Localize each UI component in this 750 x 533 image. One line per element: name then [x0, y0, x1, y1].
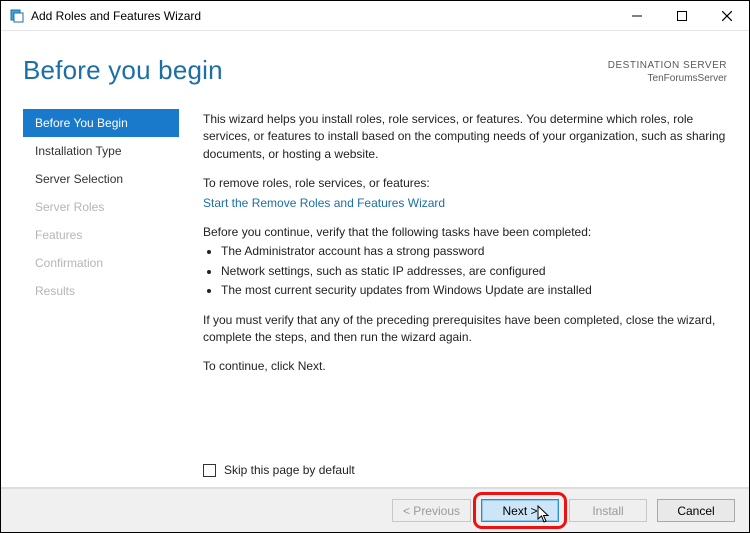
- skip-page-checkbox[interactable]: [203, 464, 216, 477]
- page-header: Before you begin DESTINATION SERVER TenF…: [1, 31, 749, 96]
- wizard-footer: < Previous Next > Install Cancel: [1, 488, 749, 532]
- destination-server-block: DESTINATION SERVER TenForumsServer: [608, 55, 727, 85]
- sidebar-item-results: Results: [23, 277, 179, 305]
- previous-button: < Previous: [392, 499, 471, 522]
- next-button[interactable]: Next >: [481, 499, 559, 522]
- continue-text: To continue, click Next.: [203, 358, 729, 375]
- window-title: Add Roles and Features Wizard: [31, 9, 201, 23]
- main-area: Before You Begin Installation Type Serve…: [1, 101, 749, 488]
- page-title: Before you begin: [23, 55, 223, 86]
- maximize-button[interactable]: [659, 1, 704, 31]
- wizard-sidebar: Before You Begin Installation Type Serve…: [1, 101, 189, 487]
- minimize-button[interactable]: [614, 1, 659, 31]
- wizard-content: This wizard helps you install roles, rol…: [189, 101, 749, 487]
- cancel-button[interactable]: Cancel: [657, 499, 735, 522]
- destination-server-value: TenForumsServer: [608, 72, 727, 85]
- sidebar-item-installation-type[interactable]: Installation Type: [23, 137, 179, 165]
- prereq-list: The Administrator account has a strong p…: [203, 243, 729, 299]
- remove-roles-link[interactable]: Start the Remove Roles and Features Wiza…: [203, 196, 445, 210]
- remove-roles-label: To remove roles, role services, or featu…: [203, 175, 729, 192]
- sidebar-item-before-you-begin[interactable]: Before You Begin: [23, 109, 179, 137]
- app-icon: [9, 8, 25, 24]
- titlebar: Add Roles and Features Wizard: [1, 1, 749, 31]
- skip-page-label: Skip this page by default: [224, 462, 355, 479]
- prereq-item: Network settings, such as static IP addr…: [221, 263, 729, 280]
- close-button[interactable]: [704, 1, 749, 31]
- sidebar-item-confirmation: Confirmation: [23, 249, 179, 277]
- intro-text: This wizard helps you install roles, rol…: [203, 111, 729, 163]
- sidebar-item-features: Features: [23, 221, 179, 249]
- prereq-item: The most current security updates from W…: [221, 282, 729, 299]
- destination-server-label: DESTINATION SERVER: [608, 59, 727, 72]
- sidebar-item-server-selection[interactable]: Server Selection: [23, 165, 179, 193]
- verify-intro-text: Before you continue, verify that the fol…: [203, 224, 729, 241]
- skip-page-row[interactable]: Skip this page by default: [203, 462, 355, 479]
- install-button: Install: [569, 499, 647, 522]
- prereq-item: The Administrator account has a strong p…: [221, 243, 729, 260]
- sidebar-item-server-roles: Server Roles: [23, 193, 179, 221]
- window-controls: [614, 1, 749, 30]
- verify-close-text: If you must verify that any of the prece…: [203, 312, 729, 347]
